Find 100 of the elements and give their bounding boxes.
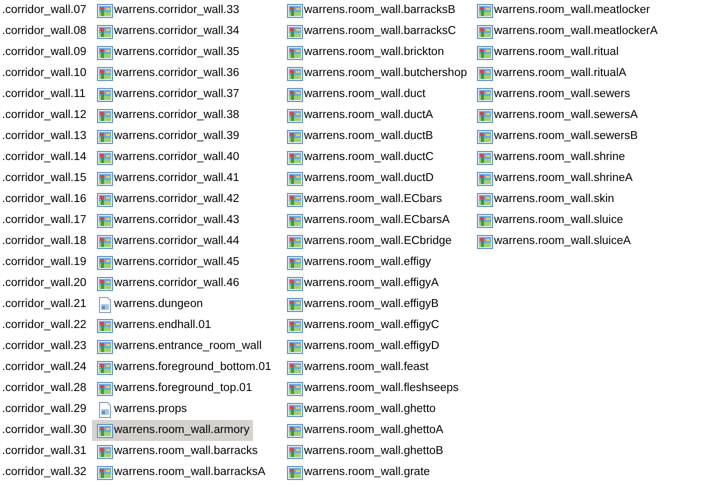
image-file-icon [287,86,303,102]
file-item[interactable]: .corridor_wall.32 [2,462,86,483]
image-file-icon [287,234,303,250]
image-file-icon [287,444,303,460]
file-item[interactable]: warrens.room_wall.shrineA [477,168,633,189]
file-item[interactable]: warrens.room_wall.ductB [287,126,434,147]
file-item[interactable]: .corridor_wall.21 [2,294,86,315]
image-file-icon [97,192,113,208]
file-item[interactable]: .corridor_wall.09 [2,42,86,63]
file-item[interactable]: warrens.corridor_wall.43 [97,210,240,231]
file-item[interactable]: warrens.room_wall.shrine [477,147,626,168]
file-item[interactable]: warrens.corridor_wall.44 [97,231,240,252]
file-item[interactable]: .corridor_wall.13 [2,126,86,147]
file-item[interactable]: warrens.corridor_wall.35 [97,42,240,63]
file-item[interactable]: .corridor_wall.12 [2,105,86,126]
file-item[interactable]: warrens.room_wall.ductD [287,168,434,189]
file-item[interactable]: .corridor_wall.14 [2,147,86,168]
image-file-icon [477,170,493,186]
file-item[interactable]: warrens.room_wall.sewers [477,84,630,105]
file-item[interactable]: .corridor_wall.28 [2,378,86,399]
file-item[interactable]: warrens.room_wall.meatlocker [477,0,650,21]
file-item[interactable]: warrens.room_wall.ritual [477,42,619,63]
file-item[interactable]: .corridor_wall.18 [2,231,86,252]
file-item[interactable]: warrens.room_wall.ductA [287,105,434,126]
file-item[interactable]: warrens.room_wall.meatlockerA [477,21,658,42]
image-file-icon [287,422,303,438]
file-item[interactable]: warrens.room_wall.ghettoA [287,420,444,441]
image-file-icon [97,212,113,228]
file-item[interactable]: warrens.corridor_wall.42 [97,189,240,210]
file-item[interactable]: warrens.corridor_wall.36 [97,63,240,84]
file-item[interactable]: warrens.room_wall.brickton [287,42,444,63]
file-item[interactable]: warrens.foreground_bottom.01 [97,357,272,378]
file-item[interactable]: warrens.corridor_wall.39 [97,126,240,147]
image-file-icon [287,128,303,144]
file-item[interactable]: .corridor_wall.31 [2,441,86,462]
file-item[interactable]: warrens.room_wall.effigyB [287,294,439,315]
file-item[interactable]: .corridor_wall.30 [2,420,86,441]
image-file-icon [97,318,113,334]
file-item[interactable]: warrens.corridor_wall.38 [97,105,240,126]
file-item[interactable]: warrens.room_wall.sluiceA [477,231,631,252]
file-item[interactable]: warrens.props [97,399,187,420]
file-item[interactable]: warrens.room_wall.effigyD [287,336,440,357]
file-item[interactable]: warrens.room_wall.ECbars [287,189,442,210]
file-item[interactable]: warrens.room_wall.ghetto [287,399,436,420]
file-item[interactable]: warrens.room_wall.ritualA [477,63,626,84]
image-file-icon [287,276,303,292]
file-item[interactable]: .corridor_wall.11 [2,84,86,105]
file-item[interactable]: .corridor_wall.19 [2,252,86,273]
image-file-icon [287,150,303,166]
image-file-icon [287,296,303,312]
file-item[interactable]: warrens.room_wall.feast [287,357,429,378]
file-item[interactable]: warrens.room_wall.ECbridge [287,231,452,252]
file-item[interactable]: .corridor_wall.10 [2,63,86,84]
file-item[interactable]: warrens.room_wall.barracksA [97,462,266,483]
image-file-icon [97,44,113,60]
file-item[interactable]: warrens.room_wall.butchershop [287,63,467,84]
file-item[interactable]: warrens.room_wall.armory [92,420,254,441]
image-file-icon [97,276,113,292]
file-item[interactable]: .corridor_wall.22 [2,315,86,336]
file-item[interactable]: warrens.dungeon [97,294,203,315]
file-item[interactable]: warrens.room_wall.sewersA [477,105,638,126]
file-item[interactable]: .corridor_wall.15 [2,168,86,189]
file-item[interactable]: .corridor_wall.07 [2,0,86,21]
file-item[interactable]: warrens.room_wall.fleshseeps [287,378,459,399]
file-item[interactable]: warrens.corridor_wall.41 [97,168,240,189]
image-file-icon [287,360,303,376]
file-item[interactable]: .corridor_wall.17 [2,210,86,231]
image-file-icon [97,170,113,186]
file-item[interactable]: warrens.entrance_room_wall [97,336,262,357]
file-item[interactable]: warrens.corridor_wall.33 [97,0,240,21]
file-item[interactable]: warrens.corridor_wall.45 [97,252,240,273]
file-item[interactable]: warrens.room_wall.ductC [287,147,434,168]
file-item[interactable]: warrens.foreground_top.01 [97,378,252,399]
image-file-icon [287,2,303,18]
file-item[interactable]: .corridor_wall.16 [2,189,86,210]
file-item[interactable]: warrens.room_wall.effigyC [287,315,440,336]
file-item[interactable]: warrens.corridor_wall.34 [97,21,240,42]
file-item[interactable]: warrens.room_wall.grate [287,462,430,483]
file-item[interactable]: .corridor_wall.23 [2,336,86,357]
file-item[interactable]: warrens.room_wall.ghettoB [287,441,444,462]
file-item[interactable]: warrens.endhall.01 [97,315,212,336]
file-item[interactable]: warrens.room_wall.barracksC [287,21,456,42]
image-file-icon [287,464,303,480]
image-file-icon [477,212,493,228]
file-item[interactable]: warrens.corridor_wall.40 [97,147,240,168]
file-item[interactable]: warrens.corridor_wall.46 [97,273,240,294]
file-item[interactable]: .corridor_wall.08 [2,21,86,42]
file-item[interactable]: warrens.room_wall.barracks [97,441,258,462]
file-item[interactable]: warrens.room_wall.sewersB [477,126,638,147]
file-item[interactable]: warrens.room_wall.sluice [477,210,624,231]
file-item[interactable]: warrens.corridor_wall.37 [97,84,240,105]
file-item[interactable]: warrens.room_wall.effigyA [287,273,439,294]
file-item[interactable]: warrens.room_wall.duct [287,84,426,105]
file-item[interactable]: warrens.room_wall.effigy [287,252,431,273]
file-item[interactable]: .corridor_wall.20 [2,273,86,294]
file-item[interactable]: warrens.room_wall.skin [477,189,614,210]
file-item[interactable]: .corridor_wall.29 [2,399,86,420]
file-item[interactable]: .corridor_wall.24 [2,357,86,378]
file-item[interactable]: warrens.room_wall.ECbarsA [287,210,450,231]
file-item[interactable]: warrens.room_wall.barracksB [287,0,456,21]
